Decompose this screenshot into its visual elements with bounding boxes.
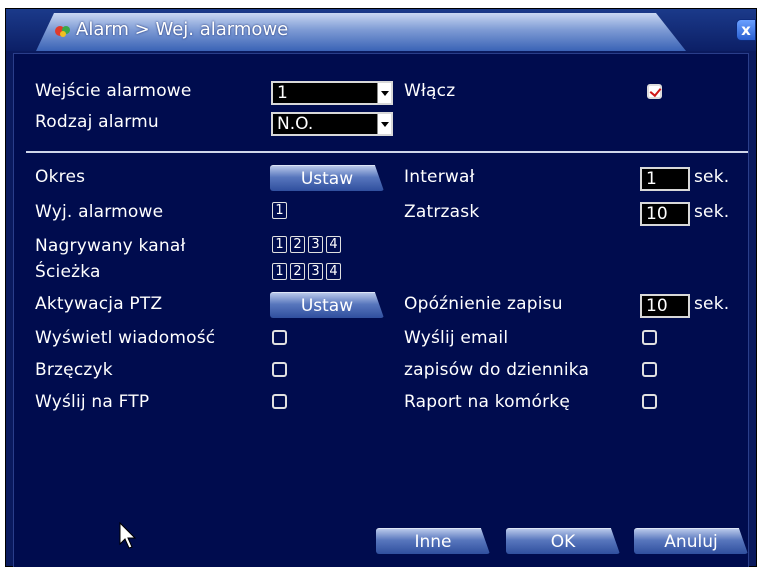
- log-label: zapisów do dziennika: [404, 360, 590, 380]
- record-delay-unit: sek.: [694, 294, 730, 314]
- mouse-cursor-icon: [119, 522, 137, 549]
- path-channel-2[interactable]: 2: [290, 263, 305, 280]
- send-email-label: Wyślij email: [404, 328, 509, 348]
- interval-input[interactable]: 1: [640, 167, 690, 191]
- alarm-output-label: Wyj. alarmowe: [35, 202, 164, 222]
- interval-unit: sek.: [694, 167, 730, 187]
- mobile-report-label: Raport na komórkę: [404, 392, 570, 412]
- path-channel-4[interactable]: 4: [326, 263, 341, 280]
- interval-label: Interwał: [404, 167, 475, 187]
- latch-label: Zatrzask: [404, 202, 480, 222]
- chevron-down-icon[interactable]: [377, 83, 391, 103]
- enable-checkbox[interactable]: [647, 84, 662, 99]
- period-label: Okres: [35, 167, 86, 187]
- alarm-output-1[interactable]: 1: [272, 202, 287, 219]
- alarm-input-value: 1: [277, 83, 288, 103]
- record-channel-1[interactable]: 1: [272, 236, 287, 253]
- alarm-input-label: Wejście alarmowe: [35, 81, 192, 101]
- path-channel-3[interactable]: 3: [308, 263, 323, 280]
- other-button[interactable]: Inne: [376, 528, 490, 554]
- record-channel-2[interactable]: 2: [290, 236, 305, 253]
- latch-input[interactable]: 10: [640, 202, 690, 226]
- show-message-checkbox[interactable]: [272, 330, 287, 345]
- record-channel-4[interactable]: 4: [326, 236, 341, 253]
- enable-label: Włącz: [404, 81, 456, 101]
- ok-button[interactable]: OK: [506, 528, 620, 554]
- log-checkbox[interactable]: [642, 362, 657, 377]
- record-delay-label: Opóźnienie zapisu: [404, 294, 563, 314]
- window-title: Alarm > Wej. alarmowe: [76, 19, 289, 40]
- ftp-checkbox[interactable]: [272, 394, 287, 409]
- record-channel-3[interactable]: 3: [308, 236, 323, 253]
- mobile-report-checkbox[interactable]: [642, 394, 657, 409]
- period-set-button[interactable]: Ustaw: [270, 165, 384, 191]
- close-button[interactable]: x: [736, 19, 756, 41]
- show-message-label: Wyświetl wiadomość: [35, 328, 216, 348]
- alarm-type-select[interactable]: N.O.: [271, 112, 393, 136]
- buzzer-checkbox[interactable]: [272, 362, 287, 377]
- latch-unit: sek.: [694, 202, 730, 222]
- alarm-input-dialog: Alarm > Wej. alarmowe x Wejście alarmowe…: [5, 8, 757, 567]
- record-delay-input[interactable]: 10: [640, 294, 690, 318]
- ftp-label: Wyślij na FTP: [35, 392, 150, 412]
- cancel-button[interactable]: Anuluj: [634, 528, 748, 554]
- path-label: Ścieżka: [35, 262, 101, 282]
- ptz-label: Aktywacja PTZ: [35, 294, 163, 314]
- chevron-down-icon[interactable]: [377, 114, 391, 134]
- divider: [26, 151, 748, 153]
- ptz-set-button[interactable]: Ustaw: [270, 292, 384, 318]
- alarm-type-value: N.O.: [277, 114, 314, 134]
- path-channel-1[interactable]: 1: [272, 263, 287, 280]
- alarm-icon: [55, 26, 70, 37]
- alarm-input-select[interactable]: 1: [271, 81, 393, 105]
- alarm-type-label: Rodzaj alarmu: [35, 112, 159, 132]
- close-icon: x: [741, 21, 751, 39]
- buzzer-label: Brzęczyk: [35, 360, 113, 380]
- dialog-content: Wejście alarmowe 1 Włącz Rodzaj alarmu N…: [13, 53, 749, 567]
- record-channel-label: Nagrywany kanał: [35, 236, 186, 256]
- title-bar: Alarm > Wej. alarmowe x: [6, 9, 756, 51]
- send-email-checkbox[interactable]: [642, 330, 657, 345]
